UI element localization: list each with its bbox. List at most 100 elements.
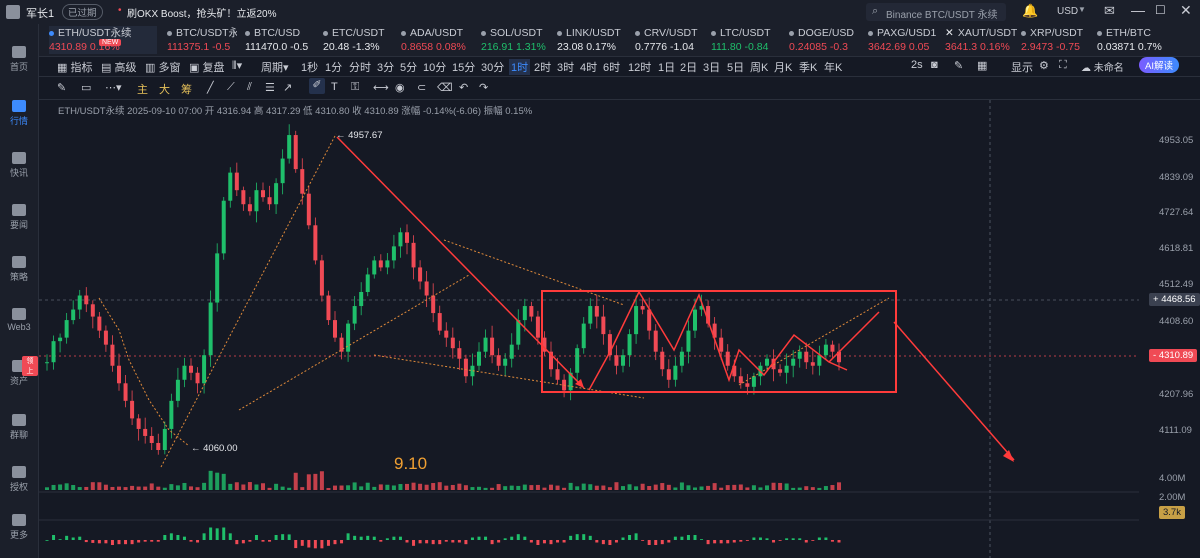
text-icon[interactable]: T	[331, 81, 338, 93]
sidebar-item-strategy[interactable]: 策略	[0, 256, 38, 283]
channel-icon[interactable]: ⫽	[247, 81, 252, 94]
display-button[interactable]: 显示	[1011, 59, 1033, 75]
brush-icon[interactable]: ✐	[309, 78, 325, 94]
eye-icon[interactable]: ◉	[395, 81, 405, 94]
notification-bell-icon[interactable]: 🔔	[1022, 3, 1038, 19]
undo-icon[interactable]: ↶	[459, 81, 468, 94]
tf-12h[interactable]: 12时	[628, 59, 651, 75]
chou-button[interactable]: 筹	[181, 81, 192, 97]
advanced-button[interactable]: ▤ 高级	[101, 59, 136, 75]
ticker-item[interactable]: DOGE/USD 0.24085 -0.3	[789, 26, 859, 54]
sidebar-item-assets[interactable]: 资产 领上	[0, 356, 38, 387]
tf-3d[interactable]: 3日	[703, 59, 720, 75]
search-box[interactable]: ⌕ Binance BTC/USDT 永续	[866, 3, 1006, 21]
tf-1d[interactable]: 1日	[658, 59, 675, 75]
sidebar-item-market[interactable]: 行情	[0, 100, 38, 127]
lock-icon[interactable]: ⚿	[351, 81, 359, 94]
price-chart[interactable]: ETH/USDT永续 2025-09-10 07:00 开 4316.94 高 …	[39, 100, 1200, 558]
ticker-item[interactable]: LINK/USDT 23.08 0.17%	[557, 26, 631, 54]
replay-button[interactable]: ▣ 复盘	[189, 59, 224, 75]
candle-body	[156, 442, 161, 450]
speed-select[interactable]: 2s	[911, 59, 923, 71]
currency-select[interactable]: USD	[1057, 6, 1078, 17]
sidebar-item-news[interactable]: 要闻	[0, 204, 38, 231]
tf-month[interactable]: 月K	[774, 59, 792, 75]
ruler-icon[interactable]: ▭	[81, 81, 91, 94]
ticker-item[interactable]: ✕ XAUT/USDT 3641.3 0.16%	[945, 26, 1017, 54]
ai-button[interactable]: AI解读	[1139, 57, 1179, 73]
trendline-icon[interactable]: ╱	[207, 81, 214, 94]
tf-1s[interactable]: 1秒	[301, 59, 318, 75]
ticker-item[interactable]: ETH/BTC 0.03871 0.7%	[1097, 26, 1187, 54]
measure-icon[interactable]: ⟷	[373, 81, 389, 94]
ticker-item[interactable]: ETH/USDT永续 4310.89 0.16% NEW	[49, 26, 157, 54]
tf-15m[interactable]: 15分	[452, 59, 475, 75]
close-icon[interactable]: ✕	[1180, 2, 1192, 19]
ticker-item[interactable]: XRP/USDT 2.9473 -0.75	[1021, 26, 1091, 54]
ticker-item[interactable]: LTC/USDT 111.80 -0.84	[711, 26, 781, 54]
user-avatar[interactable]	[6, 5, 20, 19]
tf-5d[interactable]: 5日	[727, 59, 744, 75]
ticker-item[interactable]: SOL/USDT 216.91 1.31%	[481, 26, 551, 54]
more-tools-icon[interactable]: ⋯▾	[105, 81, 122, 94]
tf-2h[interactable]: 2时	[534, 59, 551, 75]
ticker-item[interactable]: BTC/USD 111470.0 -0.5	[245, 26, 317, 54]
promo-dot-icon: •	[118, 5, 122, 16]
ticker-item[interactable]: PAXG/USD1 3642.69 0.05	[868, 26, 938, 54]
volume-bar	[208, 470, 213, 490]
sidebar-item-chat[interactable]: 群聊	[0, 414, 38, 441]
edit-icon[interactable]: ✎	[954, 59, 963, 72]
tf-10m[interactable]: 10分	[423, 59, 446, 75]
ticker-item[interactable]: BTC/USDT永续111375.1 -0.5	[167, 26, 237, 54]
tf-5m[interactable]: 5分	[400, 59, 417, 75]
candle-body	[522, 306, 527, 321]
tf-quarter[interactable]: 季K	[799, 59, 817, 75]
tf-year[interactable]: 年K	[824, 59, 842, 75]
tf-3m[interactable]: 3分	[377, 59, 394, 75]
tf-3h[interactable]: 3时	[557, 59, 574, 75]
pencil-icon[interactable]: ✎	[57, 81, 66, 94]
maximize-icon[interactable]: ☐	[1155, 3, 1166, 17]
arrow-icon[interactable]: ↗	[283, 81, 292, 94]
tf-2d[interactable]: 2日	[680, 59, 697, 75]
tf-timeshare[interactable]: 分时	[349, 59, 371, 75]
sidebar-item-auth[interactable]: 授权	[0, 466, 38, 493]
multi-window-button[interactable]: ▥ 多窗	[145, 59, 180, 75]
macd-bar	[326, 540, 330, 546]
tf-week[interactable]: 周K	[750, 59, 768, 75]
ticker-item[interactable]: CRV/USDT 0.7776 -1.04	[635, 26, 705, 54]
fullscreen-icon[interactable]: ⛶	[1059, 59, 1067, 72]
sidebar-item-more[interactable]: 更多	[0, 514, 38, 541]
main-button[interactable]: 主	[137, 81, 148, 97]
big-button[interactable]: 大	[159, 81, 170, 97]
sidebar-item-flash[interactable]: 快讯	[0, 152, 38, 179]
tf-1h[interactable]: 1时	[509, 59, 531, 75]
sidebar-item-web3[interactable]: Web3	[0, 308, 38, 332]
volume-bar	[732, 484, 737, 490]
fib-icon[interactable]: ☰	[265, 81, 275, 94]
promo-text[interactable]: 刷OKX Boost，抢头矿！立返20%	[127, 5, 276, 20]
sidebar-item-home[interactable]: 首页	[0, 46, 38, 73]
period-select[interactable]: 周期▾	[261, 59, 289, 75]
search-input[interactable]: Binance BTC/USDT 永续	[886, 6, 998, 21]
camera-icon[interactable]: ◙	[931, 59, 938, 71]
ticker-item[interactable]: ADA/USDT 0.8658 0.08%	[401, 26, 475, 54]
magnet-icon[interactable]: ⊂	[417, 81, 426, 94]
ticker-item[interactable]: ETC/USDT 20.48 -1.3%	[323, 26, 395, 54]
redo-icon[interactable]: ↷	[479, 81, 488, 94]
tf-6h[interactable]: 6时	[603, 59, 620, 75]
user-name[interactable]: 军长1	[26, 5, 54, 21]
settings-icon[interactable]: ⚙	[1039, 59, 1049, 72]
chart-type-button[interactable]: ⫴▾	[232, 59, 242, 73]
tf-1m[interactable]: 1分	[325, 59, 342, 75]
indicators-button[interactable]: ▦ 指标	[57, 59, 92, 75]
minimize-icon[interactable]: —	[1131, 2, 1145, 18]
chevron-down-icon[interactable]: ▼	[1078, 5, 1086, 14]
mail-icon[interactable]: ✉	[1104, 3, 1115, 19]
tf-4h[interactable]: 4时	[580, 59, 597, 75]
layout-icon[interactable]: ▦	[977, 59, 987, 72]
delete-icon[interactable]: ⌫	[437, 81, 453, 94]
cloud-save[interactable]: ☁ 未命名	[1081, 59, 1124, 74]
tf-30m[interactable]: 30分	[481, 59, 504, 75]
ray-icon[interactable]: ⟋	[227, 81, 235, 94]
